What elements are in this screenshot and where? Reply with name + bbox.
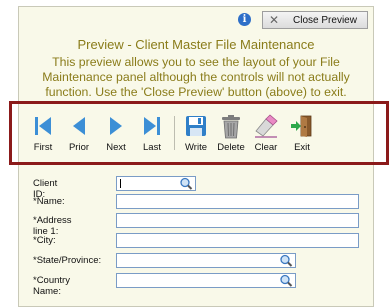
info-icon[interactable]: i	[238, 13, 251, 26]
prior-button[interactable]: Prior	[62, 112, 96, 156]
state-province-field[interactable]	[116, 253, 296, 268]
first-icon	[35, 117, 51, 135]
last-label: Last	[143, 142, 161, 153]
state-province-label: *State/Province:	[33, 255, 102, 266]
text-caret	[120, 179, 121, 188]
preview-topbar: i ✕ Close Preview	[19, 7, 373, 33]
lookup-magnifier-icon[interactable]	[279, 254, 293, 267]
next-button[interactable]: Next	[99, 112, 133, 156]
client-id-field[interactable]	[116, 176, 196, 191]
close-x-icon: ✕	[269, 13, 280, 27]
exit-label: Exit	[294, 142, 310, 153]
country-name-label: *Country Name:	[33, 275, 70, 297]
lookup-magnifier-icon[interactable]	[179, 177, 193, 190]
preview-message: This preview allows you to see the layou…	[25, 55, 367, 99]
name-field[interactable]	[116, 194, 359, 209]
clear-button[interactable]: Clear	[249, 112, 283, 156]
city-label: *City:	[33, 235, 56, 246]
next-icon	[110, 117, 122, 135]
last-button[interactable]: Last	[135, 112, 169, 156]
floppy-disk-icon	[186, 116, 206, 136]
first-button[interactable]: First	[26, 112, 60, 156]
eraser-icon	[255, 114, 278, 138]
close-preview-button[interactable]: ✕ Close Preview	[262, 11, 368, 29]
page-title: Preview - Client Master File Maintenance	[77, 37, 315, 52]
message-line: Maintenance panel although the controls …	[42, 69, 350, 84]
country-name-field[interactable]	[116, 273, 296, 288]
address-line-1-field[interactable]	[116, 213, 359, 228]
prior-icon	[73, 117, 85, 135]
trash-can-icon	[222, 115, 240, 139]
exit-door-icon	[291, 115, 312, 137]
lookup-magnifier-icon[interactable]	[279, 274, 293, 287]
exit-button[interactable]: Exit	[285, 112, 319, 156]
city-field[interactable]	[116, 233, 359, 248]
last-icon	[144, 117, 160, 135]
close-preview-label: Close Preview	[293, 14, 357, 26]
message-line: This preview allows you to see the layou…	[52, 55, 340, 69]
toolbar: First Prior Next Last Write Delete Clear…	[26, 112, 326, 156]
message-line: function. Use the 'Close Preview' button…	[45, 84, 347, 99]
name-label: *Name:	[33, 196, 65, 207]
address-line-1-label: *Address line 1:	[33, 215, 72, 237]
